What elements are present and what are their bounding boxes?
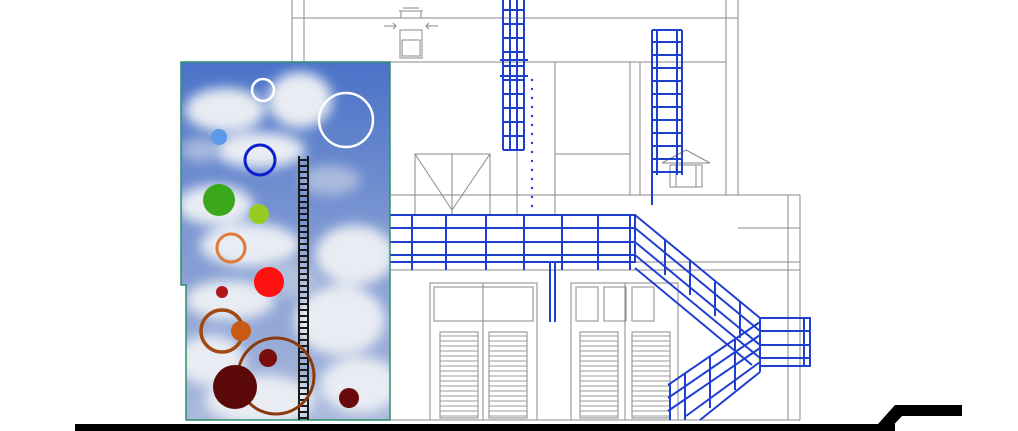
- platform-railing: [374, 214, 636, 263]
- roof-ladder: [651, 29, 683, 205]
- stair-posts: [664, 240, 761, 420]
- circle-dot: [203, 184, 235, 216]
- circle-dot: [211, 129, 227, 145]
- cable-dot: [530, 96, 534, 100]
- cable-dot: [530, 132, 534, 136]
- cable-dot: [530, 159, 534, 163]
- cable-dot: [530, 105, 534, 109]
- cable-dot: [530, 78, 534, 82]
- circle-dot: [339, 388, 359, 408]
- cable-dot: [530, 141, 534, 145]
- cable-dot: [530, 195, 534, 199]
- circle-dot: [213, 365, 257, 409]
- elevation-svg: [75, 0, 962, 431]
- cable-dot: [530, 114, 534, 118]
- cat-ladder-rungs: [503, 9, 524, 137]
- cable-dots: [530, 78, 534, 208]
- elevation-drawing: [0, 0, 1018, 431]
- cable-dot: [530, 87, 534, 91]
- circle-dot: [231, 321, 251, 341]
- circle-dot: [259, 349, 277, 367]
- louvre-slats: [440, 335, 670, 417]
- cable-dot: [530, 204, 534, 208]
- cable-dot: [530, 150, 534, 154]
- circle-dot: [249, 204, 269, 224]
- roof-ventilator-icon: [384, 7, 438, 59]
- roof-kiosk-icon: [661, 149, 711, 188]
- sky-mural-panel: [180, 61, 391, 421]
- cable-dot: [530, 168, 534, 172]
- cable-dot: [530, 177, 534, 181]
- drain-pipe: [549, 262, 556, 322]
- cable-dot: [530, 186, 534, 190]
- steel-structure: [500, 0, 528, 151]
- circle-dot: [216, 286, 228, 298]
- cable-dot: [530, 123, 534, 127]
- circle-dot: [254, 267, 284, 297]
- staircase: [634, 214, 811, 421]
